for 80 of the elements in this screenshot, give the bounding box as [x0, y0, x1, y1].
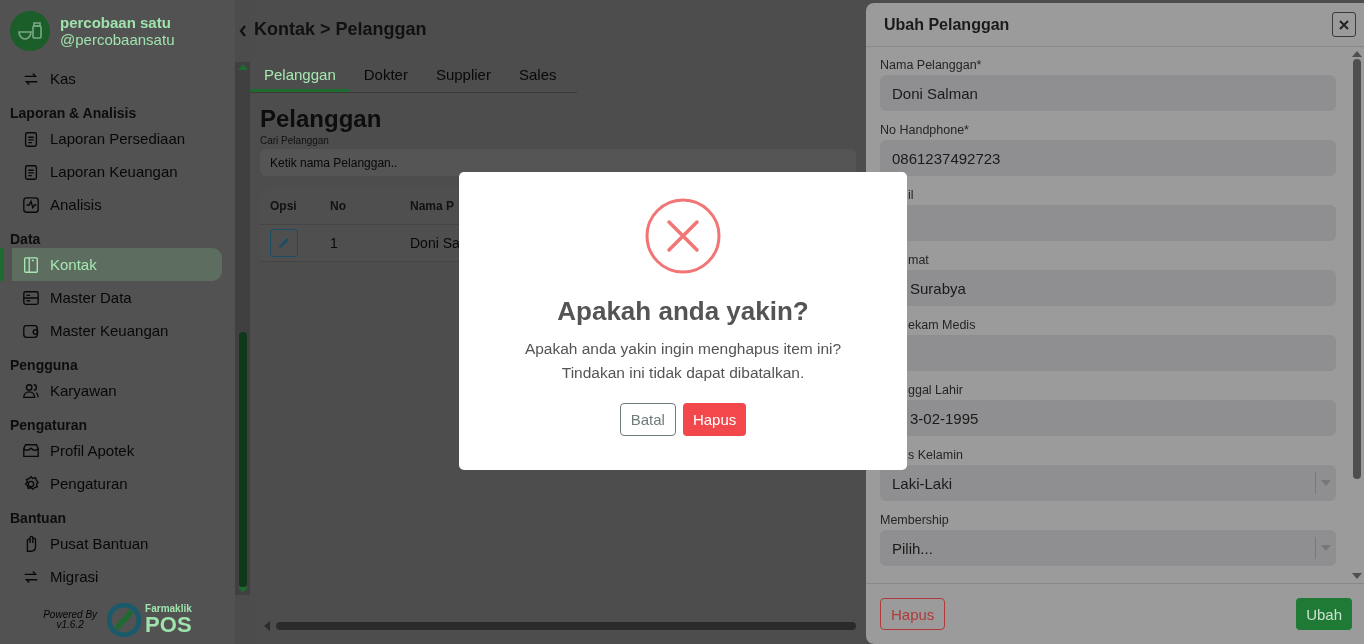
field-label: Membership	[880, 512, 949, 529]
menu-item-icon	[22, 474, 40, 493]
error-x-icon	[645, 198, 721, 274]
menu-item-icon	[22, 441, 40, 460]
column-header: Opsi	[270, 199, 297, 213]
save-button[interactable]: Ubah	[1296, 598, 1352, 630]
field-label: No Handphone*	[880, 122, 969, 139]
store-name: percobaan satu	[60, 14, 172, 31]
close-button[interactable]	[1332, 12, 1356, 37]
sidebar-item[interactable]: Kontak	[0, 248, 222, 281]
section-heading: Pengguna	[9, 357, 79, 374]
tab[interactable]: Pelanggan	[250, 60, 350, 92]
dialog-message: Apakah anda yakin ingin menghapus item ini? Tindakan ini tidak dapat dibatalkan.	[524, 339, 842, 383]
section-heading: Data	[9, 231, 42, 248]
section-title: Pelanggan	[260, 105, 383, 133]
pharmacy-avatar-icon	[10, 11, 50, 51]
dialog-title: Apakah anda yakin?	[557, 296, 809, 327]
chevron-left-icon[interactable]	[238, 25, 247, 37]
field-label: Nama Pelanggan*	[880, 57, 982, 74]
field-label: il	[908, 187, 914, 204]
page-breadcrumb: Kontak > Pelanggan	[253, 18, 427, 41]
version-label: v1.6.2	[55, 619, 85, 630]
menu-item-icon	[22, 129, 40, 148]
field-label: mat	[908, 252, 929, 269]
search-label: Cari Pelanggan	[260, 135, 330, 146]
sidebar-item[interactable]: Migrasi	[0, 560, 222, 593]
section-heading: Laporan & Analisis	[9, 105, 138, 122]
sidebar-item[interactable]: Laporan Keuangan	[0, 155, 222, 188]
scrollbar-thumb[interactable]	[238, 332, 247, 587]
select-field[interactable]: Laki-Laki	[880, 465, 1336, 501]
scrollbar-thumb[interactable]	[276, 622, 856, 630]
tab[interactable]: Supplier	[421, 60, 505, 92]
panel-title: Ubah Pelanggan	[884, 15, 1010, 34]
scroll-up-icon[interactable]	[237, 64, 248, 70]
field-label: s Kelamin	[908, 447, 963, 464]
store-handle: @percobaansatu	[60, 31, 175, 48]
logo-product-name: POS	[145, 613, 192, 636]
powered-by-label: Powered By	[43, 609, 98, 620]
pencil-icon	[277, 236, 291, 250]
section-heading: Pengaturan	[9, 417, 88, 434]
menu-item-icon	[22, 162, 40, 181]
sidebar-item[interactable]: Profil Apotek	[0, 434, 222, 467]
tab[interactable]: Sales	[504, 60, 571, 92]
column-header: Nama P	[410, 199, 455, 213]
menu-item-icon	[22, 195, 40, 214]
table-cell: Doni Sa	[410, 235, 460, 251]
menu-item-icon	[22, 255, 40, 274]
logo-mark-icon	[107, 602, 142, 637]
sidebar-item[interactable]: Pusat Bantuan	[0, 527, 222, 560]
column-header: No	[330, 199, 346, 213]
logo-wordmark: Farmaklik	[145, 603, 192, 614]
cancel-button[interactable]: Batal	[619, 403, 676, 436]
dropdown-caret-icon	[1321, 480, 1331, 486]
table-cell: 1	[330, 235, 338, 251]
menu-item-icon	[22, 381, 40, 400]
input-field[interactable]: Doni Salman	[880, 75, 1336, 111]
sidebar-item[interactable]: Kas	[0, 62, 222, 95]
sidebar-item[interactable]: Laporan Persediaan	[0, 122, 222, 155]
sidebar-item[interactable]: Karyawan	[0, 374, 222, 407]
delete-button[interactable]: Hapus	[682, 403, 747, 436]
section-heading: Bantuan	[9, 510, 67, 527]
delete-button[interactable]: Hapus	[880, 598, 946, 630]
sidebar-item[interactable]: Master Data	[0, 281, 222, 314]
select-field[interactable]: Pilih...	[880, 530, 1336, 566]
dropdown-caret-icon	[1321, 545, 1331, 551]
sidebar-item[interactable]: Master Keuangan	[0, 314, 222, 347]
scroll-down-icon[interactable]	[1352, 573, 1362, 579]
close-icon	[1339, 19, 1349, 30]
scrollbar-thumb[interactable]	[1353, 59, 1361, 479]
menu-item-icon	[22, 288, 40, 307]
scroll-up-icon[interactable]	[1352, 51, 1362, 57]
edit-button[interactable]	[270, 229, 298, 257]
field-label: ekam Medis	[908, 317, 976, 334]
tab[interactable]: Dokter	[349, 60, 422, 92]
search-field[interactable]: Ketik nama Pelanggan..	[260, 149, 856, 176]
sidebar-item[interactable]: Pengaturan	[0, 467, 222, 500]
input-field[interactable]: 0861237492723	[880, 140, 1336, 176]
scroll-left-icon[interactable]	[264, 621, 270, 631]
field-label: ggal Lahir	[908, 382, 963, 399]
sidebar-item[interactable]: Analisis	[0, 188, 222, 221]
